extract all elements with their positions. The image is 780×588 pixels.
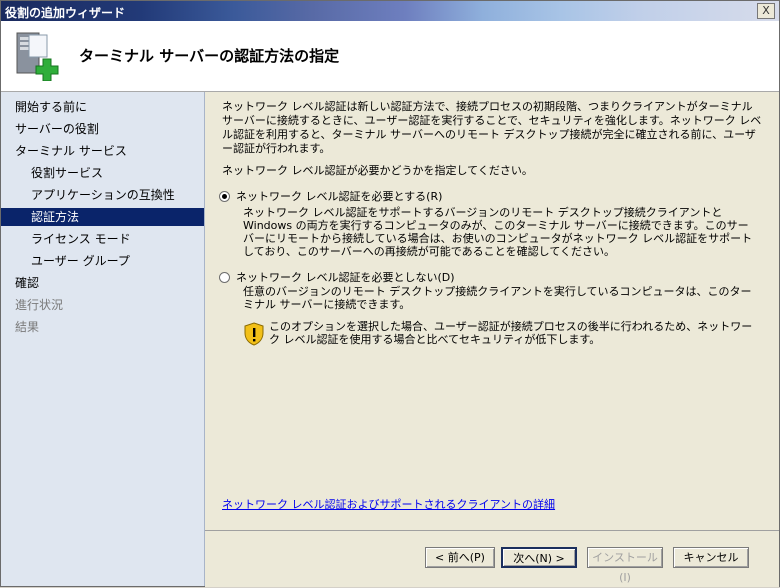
sidebar-item-before-you-begin[interactable]: 開始する前に [1, 98, 204, 116]
wizard-content: ネットワーク レベル認証は新しい認証方法で、接続プロセスの初期段階、つまりクライ… [205, 92, 779, 530]
next-button[interactable]: 次へ(N) > [501, 547, 577, 568]
cancel-button[interactable]: キャンセル [673, 547, 749, 568]
sidebar-item-role-services[interactable]: 役割サービス [1, 164, 204, 182]
install-button: インストール(I) [587, 547, 663, 584]
wizard-window: 役割の追加ウィザード X ターミナル サーバーの認証方法の指定 開始する前に サ… [0, 0, 780, 587]
sidebar-item-user-groups[interactable]: ユーザー グループ [1, 252, 204, 270]
title-bar[interactable]: 役割の追加ウィザード X [1, 1, 779, 21]
wizard-footer: < 前へ(P) 次へ(N) > インストール(I) キャンセル [205, 530, 779, 587]
nla-details-link[interactable]: ネットワーク レベル認証およびサポートされるクライアントの詳細 [222, 496, 555, 512]
shield-warning-icon [244, 322, 264, 346]
require-nla-radio[interactable] [219, 190, 230, 202]
sidebar-item-results: 結果 [15, 320, 40, 334]
sidebar-item-server-roles[interactable]: サーバーの役割 [1, 120, 204, 138]
require-nla-detail: ネットワーク レベル認証をサポートするバージョンのリモート デスクトップ接続クラ… [243, 206, 753, 258]
no-nla-option[interactable]: ネットワーク レベル認証を必要としない(D) [219, 269, 455, 285]
sidebar-item-app-compatibility[interactable]: アプリケーションの互換性 [1, 186, 204, 204]
wizard-header: ターミナル サーバーの認証方法の指定 [1, 21, 779, 92]
wizard-sidebar: 開始する前に サーバーの役割 ターミナル サービス 役割サービス アプリケーショ… [1, 92, 205, 586]
warning-text: このオプションを選択した場合、ユーザー認証が接続プロセスの後半に行われるため、ネ… [269, 320, 753, 346]
close-button[interactable]: X [757, 3, 775, 19]
no-nla-detail: 任意のバージョンのリモート デスクトップ接続クライアントを実行しているコンピュー… [243, 285, 752, 311]
description-text: ネットワーク レベル認証は新しい認証方法で、接続プロセスの初期段階、つまりクライ… [222, 100, 762, 155]
page-title: ターミナル サーバーの認証方法の指定 [79, 47, 340, 65]
server-role-add-icon [16, 32, 59, 81]
back-button[interactable]: < 前へ(P) [425, 547, 495, 568]
require-nla-option[interactable]: ネットワーク レベル認証を必要とする(R) [219, 188, 442, 204]
sidebar-item-auth-method[interactable]: 認証方法 [1, 208, 204, 226]
window-title: 役割の追加ウィザード [5, 6, 126, 20]
sidebar-item-progress: 進行状況 [15, 298, 64, 312]
require-nla-label: ネットワーク レベル認証を必要とする(R) [236, 190, 443, 203]
no-nla-radio[interactable] [219, 271, 230, 283]
sidebar-item-confirmation[interactable]: 確認 [1, 274, 204, 292]
sidebar-item-licensing-mode[interactable]: ライセンス モード [1, 230, 204, 248]
no-nla-label: ネットワーク レベル認証を必要としない(D) [236, 271, 455, 284]
question-text: ネットワーク レベル認証が必要かどうかを指定してください。 [222, 164, 533, 177]
sidebar-item-terminal-services[interactable]: ターミナル サービス [1, 142, 204, 160]
